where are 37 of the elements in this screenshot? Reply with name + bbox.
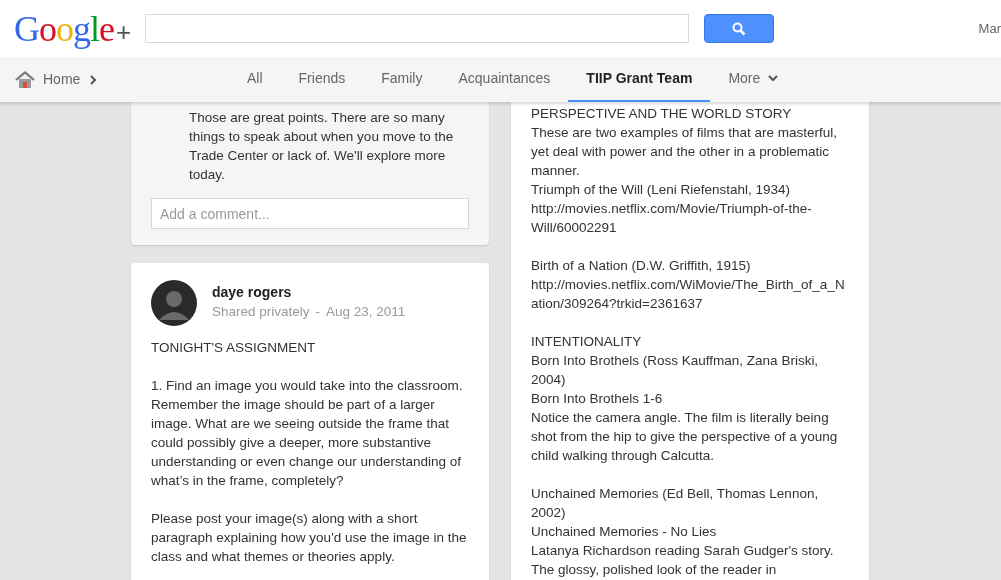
search-field[interactable] [145,14,689,43]
nav-tab[interactable]: Family [363,57,441,102]
post-text: These are two examples of films that are masterful, yet deal with power and the other in a problematic manner. [531,124,839,180]
comment-field[interactable]: Add a comment... [151,198,469,229]
nav-tab[interactable]: Friends [280,57,364,102]
user-name[interactable]: Mar [978,18,1001,39]
visibility-text: Shared privately [212,303,310,321]
author-name[interactable]: daye rogers [212,283,406,302]
post-text: Please post your image(s) along with a short paragraph explaining how you'd use the image in the class and what themes or theories apply. [151,510,468,566]
separator-text: - [315,303,321,321]
caret-icon [768,75,779,82]
post-text: http://movies.netflix.com/Movie/Triumph-of-the-Will/60002291 [531,200,813,237]
post-text: TONIGHT'S ASSIGNMENT [151,339,317,357]
post-text: The glossy, polished look of the reader in [531,561,778,579]
post-text: Born Into Brothels 1-6 [531,390,664,408]
post-text: Latanya Richardson reading Sarah Gudger's story. [531,542,835,560]
post-text: Notice the camera angle. The film is literally being shot from the hip to give the perspective of a young child walking through Calcutta. [531,409,839,465]
nav-tab[interactable]: All [229,57,281,102]
post-text: Unchained Memories (Ed Bell, Thomas Lennon, 2002) [531,485,820,522]
home-link[interactable]: Home [14,69,229,90]
search-icon [732,21,746,36]
comment-text: Those are great points. There are so many things to speak about when you move to the Trade Center or lack of. We'll explore more today. [189,109,455,184]
nav-tab[interactable]: Acquaintances [440,57,569,102]
post-text: INTENTIONALITY [531,333,643,351]
search-button[interactable] [704,14,774,43]
logo[interactable]: Google+ [14,10,131,47]
post-text: Birth of a Nation (D.W. Griffith, 1915) [531,257,752,275]
nav-tab[interactable]: More [710,57,797,102]
post-text: Born Into Brothels (Ross Kauffman, Zana Briski, 2004) [531,352,820,389]
post-text: PERSPECTIVE AND THE WORLD STORY [531,105,793,123]
home-icon [14,70,36,89]
chevron-right-icon [89,74,98,85]
post-text: http://movies.netflix.com/WiMovie/The_Birth_of_a_Nation/309264?trkid=2361637 [531,276,846,313]
post-text: 1. Find an image you would take into the classroom. Remember the image should be part of a larger image. What are we seeing outside the frame that could possibly give a deeper, more substantive understanding or even change our understanding of what’s in the frame, completely? [151,377,464,490]
post-text: Triumph of the Will (Leni Riefenstahl, 1934) [531,181,792,199]
post-date[interactable]: Aug 23, 2011 [326,302,406,321]
post-text: Unchained Memories - No Lies [531,523,718,541]
